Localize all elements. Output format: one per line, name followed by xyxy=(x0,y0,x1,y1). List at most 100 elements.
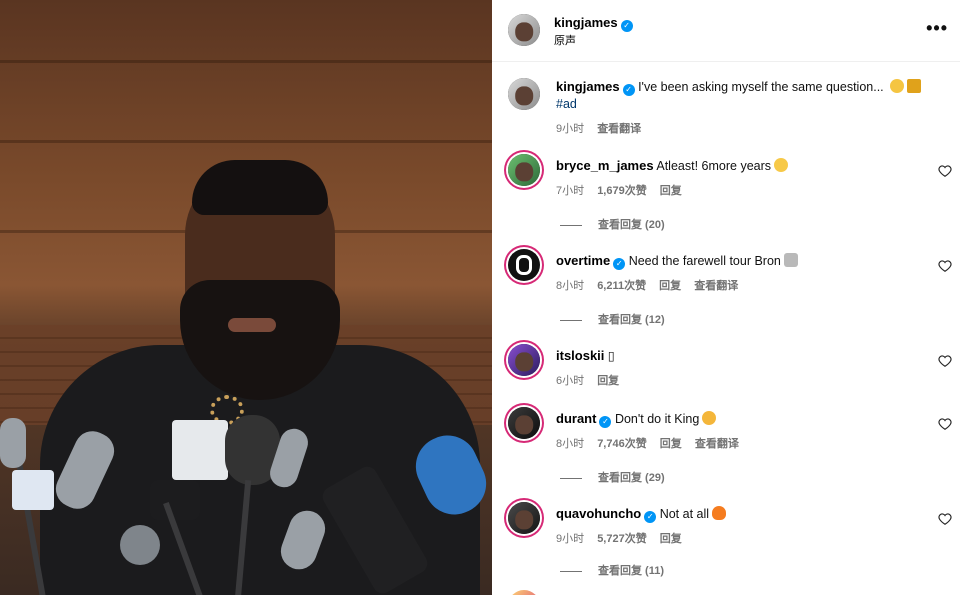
wall-line xyxy=(0,60,492,63)
verified-icon: ✓ xyxy=(613,258,626,270)
caption-text: I've been asking myself the same questio… xyxy=(638,80,884,94)
view-replies-label: 查看回复 (11) xyxy=(598,565,665,577)
dash-icon xyxy=(560,477,582,479)
comment-meta: 8小时 6,211次赞 回复 查看翻译 xyxy=(556,277,748,293)
crown-emoji-icon xyxy=(907,79,922,93)
comment-likes[interactable]: 5,727次赞 xyxy=(597,533,647,545)
person-hair xyxy=(192,160,328,215)
caption-meta: 9小时 查看翻译 xyxy=(556,120,651,136)
comment-text: Atleast! 6more years xyxy=(656,159,772,173)
hashtag-link[interactable]: #ad xyxy=(556,97,577,111)
comment-text-block: durant ✓ Don't do it King xyxy=(556,410,936,428)
caption-time[interactable]: 9小时 xyxy=(556,123,584,135)
view-replies-button[interactable]: 查看回复 (12) xyxy=(560,311,665,327)
comment-time[interactable]: 9小时 xyxy=(556,533,584,545)
dash-icon xyxy=(560,570,582,572)
comment-username[interactable]: durant xyxy=(556,411,596,426)
thinking-emoji-icon xyxy=(890,79,905,93)
avatar-face xyxy=(515,352,533,372)
heart-icon[interactable] xyxy=(938,259,952,273)
crying-emoji-icon xyxy=(702,411,717,425)
reply-button[interactable]: 回复 xyxy=(660,438,682,450)
commenter-avatar[interactable] xyxy=(508,249,540,281)
smile-emoji-icon xyxy=(774,158,789,172)
verified-icon: ✓ xyxy=(644,511,657,523)
view-replies-button[interactable]: 查看回复 (29) xyxy=(560,469,665,485)
comment-text: Don't do it King xyxy=(614,412,700,426)
view-replies-label: 查看回复 (20) xyxy=(598,219,665,231)
view-replies-label: 查看回复 (29) xyxy=(598,472,665,484)
comment-text-block: overtime ✓ Need the farewell tour Bron xyxy=(556,252,936,270)
comment-username[interactable]: itsloskii xyxy=(556,348,604,363)
commenter-avatar[interactable] xyxy=(508,344,540,376)
mic-clamp xyxy=(150,480,200,520)
avatar-face xyxy=(515,510,533,530)
avatar-face xyxy=(515,162,533,182)
microphone xyxy=(120,525,160,565)
comment-time[interactable]: 7小时 xyxy=(556,185,584,197)
reply-button[interactable]: 回复 xyxy=(597,375,619,387)
verified-icon: ✓ xyxy=(620,20,633,32)
dash-icon xyxy=(560,224,582,226)
comment-text-block: itsloskii ▯ xyxy=(556,347,936,365)
microphone xyxy=(0,418,26,468)
person-mouth xyxy=(228,318,276,332)
overtime-logo-icon xyxy=(516,255,532,275)
commenter-avatar[interactable] xyxy=(508,407,540,439)
commenter-avatar[interactable] xyxy=(508,154,540,186)
wall-line xyxy=(0,140,492,143)
post-media[interactable] xyxy=(0,0,492,595)
goat-emoji-icon xyxy=(783,253,798,267)
heart-icon[interactable] xyxy=(938,512,952,526)
comment-time[interactable]: 6小时 xyxy=(556,375,584,387)
comment-meta: 7小时 1,679次赞 回复 xyxy=(556,182,692,198)
verified-icon: ✓ xyxy=(599,416,612,428)
mic-flag xyxy=(12,470,54,510)
author-username[interactable]: kingjames xyxy=(554,15,618,30)
commenter-avatar[interactable] xyxy=(508,502,540,534)
comment-text: Not at all xyxy=(659,507,710,521)
more-options-icon[interactable]: ••• xyxy=(926,18,948,39)
comment-text: ▯ xyxy=(607,349,615,363)
heart-icon[interactable] xyxy=(938,164,952,178)
comment-likes[interactable]: 1,679次赞 xyxy=(597,185,647,197)
comment-time[interactable]: 8小时 xyxy=(556,438,584,450)
translate-link[interactable]: 查看翻译 xyxy=(597,123,641,135)
header-author-line: kingjames ✓ xyxy=(554,14,633,32)
fire-emoji-icon xyxy=(712,506,727,520)
comment-username[interactable]: quavohuncho xyxy=(556,506,641,521)
comment-likes[interactable]: 7,746次赞 xyxy=(597,438,647,450)
comment-text: Need the farewell tour Bron xyxy=(628,254,781,268)
author-avatar[interactable] xyxy=(508,14,540,46)
caption-text-block: kingjames ✓ I've been asking myself the s… xyxy=(556,78,936,113)
view-replies-button[interactable]: 查看回复 (20) xyxy=(560,216,665,232)
audio-label[interactable]: 原声 xyxy=(554,32,576,48)
comment-meta: 8小时 7,746次赞 回复 查看翻译 xyxy=(556,435,749,451)
comment-text-block: bryce_m_james Atleast! 6more years xyxy=(556,157,936,175)
heart-icon[interactable] xyxy=(938,417,952,431)
reply-button[interactable]: 回复 xyxy=(659,280,681,292)
caption-username[interactable]: kingjames xyxy=(556,79,620,94)
comment-meta: 9小时 5,727次赞 回复 xyxy=(556,530,692,546)
comment-likes[interactable]: 6,211次赞 xyxy=(597,280,646,292)
commenter-avatar[interactable] xyxy=(508,590,540,595)
post-header: kingjames ✓ 原声 ••• xyxy=(492,0,960,62)
view-replies-button[interactable]: 查看回复 (11) xyxy=(560,562,664,578)
mic-flag-logo xyxy=(172,420,228,480)
avatar-face xyxy=(515,86,533,106)
comment-username[interactable]: overtime xyxy=(556,253,610,268)
comment-username[interactable]: bryce_m_james xyxy=(556,158,654,173)
translate-link[interactable]: 查看翻译 xyxy=(695,438,739,450)
reply-button[interactable]: 回复 xyxy=(660,185,682,197)
avatar-face xyxy=(515,415,533,435)
comment-text-block: quavohuncho ✓ Not at all xyxy=(556,505,936,523)
dash-icon xyxy=(560,319,582,321)
caption-avatar[interactable] xyxy=(508,78,540,110)
post-sidebar: kingjames ✓ 原声 ••• kingjames ✓ I've been a… xyxy=(492,0,960,595)
comment-time[interactable]: 8小时 xyxy=(556,280,584,292)
heart-icon[interactable] xyxy=(938,354,952,368)
avatar-face xyxy=(515,22,533,42)
translate-link[interactable]: 查看翻译 xyxy=(694,280,738,292)
view-replies-label: 查看回复 (12) xyxy=(598,314,665,326)
reply-button[interactable]: 回复 xyxy=(660,533,682,545)
